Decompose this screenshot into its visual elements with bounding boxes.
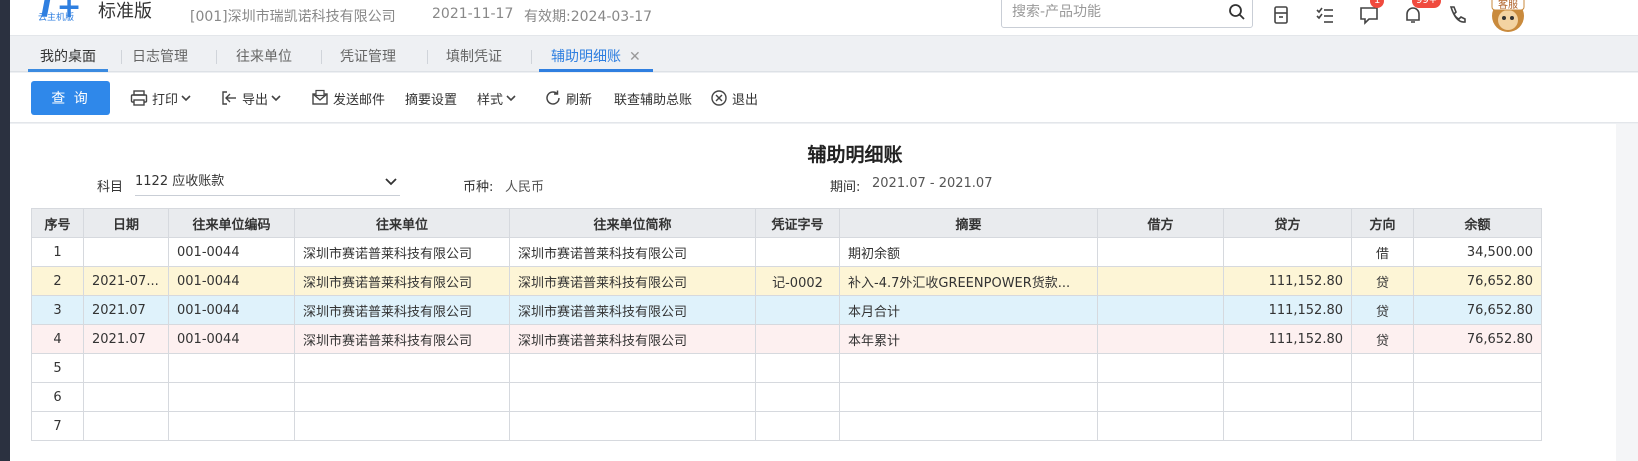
- table-row[interactable]: 3 2021.07 001-0044 深圳市赛诺普莱科技有限公司 深圳市赛诺普莱…: [31, 295, 1542, 325]
- tab-fill-voucher[interactable]: 填制凭证: [434, 46, 514, 72]
- notification-button[interactable]: 99+: [1402, 0, 1442, 30]
- tab-voucher-management[interactable]: 凭证管理: [328, 46, 408, 72]
- ledger-table: 序号 日期 往来单位编码 往来单位 往来单位简称 凭证字号 摘要 借方 贷方 方…: [31, 208, 1542, 441]
- search-icon[interactable]: [1228, 3, 1246, 21]
- link-total-ledger-button[interactable]: 联查辅助总账: [614, 88, 692, 108]
- table-row[interactable]: 5: [31, 353, 1542, 383]
- validity-date: 有效期:2024-03-17: [524, 9, 653, 25]
- chevron-down-icon: [181, 95, 191, 102]
- currency-value: 人民币: [505, 180, 545, 195]
- tab-log-management[interactable]: 日志管理: [120, 46, 200, 72]
- top-header: T+ 云主机版 标准版 [001]深圳市瑞凯诺科技有限公司 2021-11-17…: [10, 0, 1638, 36]
- customer-service-button[interactable]: 客服: [1480, 0, 1536, 34]
- toolbar: 查 询 打印 导出 发送邮件 摘要设置 样式 刷新 联查辅助总账 退出: [10, 73, 1638, 123]
- message-button[interactable]: 1: [1358, 0, 1388, 30]
- subject-label: 科目: [97, 180, 124, 195]
- notification-badge: 99+: [1412, 0, 1442, 8]
- login-date: 2021-11-17: [432, 6, 514, 22]
- col-header-summary[interactable]: 摘要: [839, 208, 1098, 238]
- table-row[interactable]: 2 2021-07... 001-0044 深圳市赛诺普莱科技有限公司 深圳市赛…: [31, 266, 1542, 296]
- chevron-down-icon: [506, 95, 516, 102]
- export-icon: [222, 91, 236, 105]
- left-sidebar-strip: [0, 0, 10, 461]
- app-logo[interactable]: T+ 云主机版: [36, 0, 96, 26]
- chevron-down-icon: [385, 178, 397, 186]
- period-label: 期间:: [830, 180, 861, 195]
- export-button[interactable]: 导出: [220, 88, 285, 108]
- style-dropdown[interactable]: 样式: [477, 88, 520, 108]
- col-header-date[interactable]: 日期: [83, 208, 169, 238]
- phone-icon[interactable]: [1446, 4, 1468, 26]
- col-header-direction[interactable]: 方向: [1351, 208, 1414, 238]
- report-title: 辅助明细账: [807, 144, 903, 166]
- col-header-debit[interactable]: 借方: [1097, 208, 1224, 238]
- tab-auxiliary-ledger[interactable]: 辅助明细账 ✕: [539, 46, 653, 72]
- col-header-partner-code[interactable]: 往来单位编码: [168, 208, 295, 238]
- search-input[interactable]: [1012, 0, 1222, 27]
- col-header-balance[interactable]: 余额: [1413, 208, 1542, 238]
- task-list-icon[interactable]: [1314, 4, 1336, 26]
- close-circle-icon: [711, 90, 727, 106]
- table-row[interactable]: 7: [31, 411, 1542, 441]
- mail-icon: [312, 89, 328, 105]
- exit-button[interactable]: 退出: [710, 88, 758, 108]
- table-row[interactable]: 1 001-0044 深圳市赛诺普莱科技有限公司 深圳市赛诺普莱科技有限公司 期…: [31, 237, 1542, 267]
- send-mail-button[interactable]: 发送邮件: [311, 88, 385, 108]
- currency-label: 币种:: [463, 180, 494, 195]
- search-box: [1001, 0, 1253, 28]
- tab-my-desktop[interactable]: 我的桌面: [28, 46, 108, 72]
- table-row[interactable]: 4 2021.07 001-0044 深圳市赛诺普莱科技有限公司 深圳市赛诺普莱…: [31, 324, 1542, 354]
- logo-subtitle: 云主机版: [38, 13, 75, 23]
- print-button[interactable]: 打印: [130, 88, 195, 108]
- period-value: 2021.07 - 2021.07: [872, 176, 993, 191]
- edition-label: 标准版: [98, 1, 152, 22]
- report-content: 辅助明细账 科目 1122 应收账款 币种: 人民币 期间: 2021.07 -…: [10, 124, 1638, 461]
- vertical-scrollbar[interactable]: [1616, 124, 1638, 461]
- company-name[interactable]: [001]深圳市瑞凯诺科技有限公司: [190, 6, 396, 26]
- table-row[interactable]: 6: [31, 382, 1542, 412]
- printer-icon: [130, 90, 148, 106]
- subject-value: 1122 应收账款: [135, 174, 225, 189]
- tab-close-icon[interactable]: ✕: [629, 49, 641, 65]
- calculator-icon[interactable]: [1270, 4, 1292, 26]
- query-button[interactable]: 查 询: [31, 81, 110, 115]
- table-header-row: 序号 日期 往来单位编码 往来单位 往来单位简称 凭证字号 摘要 借方 贷方 方…: [31, 208, 1542, 238]
- summary-settings-button[interactable]: 摘要设置: [405, 88, 457, 108]
- col-header-seq[interactable]: 序号: [31, 208, 84, 238]
- message-badge: 1: [1370, 0, 1385, 8]
- service-label: 客服: [1498, 0, 1518, 11]
- chevron-down-icon: [271, 95, 281, 102]
- refresh-button[interactable]: 刷新: [544, 88, 592, 108]
- tab-partners[interactable]: 往来单位: [224, 46, 304, 72]
- tab-bar: 我的桌面 日志管理 往来单位 凭证管理 填制凭证 辅助明细账 ✕: [10, 37, 1638, 72]
- refresh-icon: [546, 90, 560, 105]
- col-header-partner-short[interactable]: 往来单位简称: [509, 208, 756, 238]
- subject-select[interactable]: 1122 应收账款: [135, 170, 400, 196]
- col-header-partner[interactable]: 往来单位: [294, 208, 510, 238]
- col-header-voucher-no[interactable]: 凭证字号: [755, 208, 840, 238]
- col-header-credit[interactable]: 贷方: [1223, 208, 1352, 238]
- voucher-link[interactable]: 记-0002: [755, 266, 840, 296]
